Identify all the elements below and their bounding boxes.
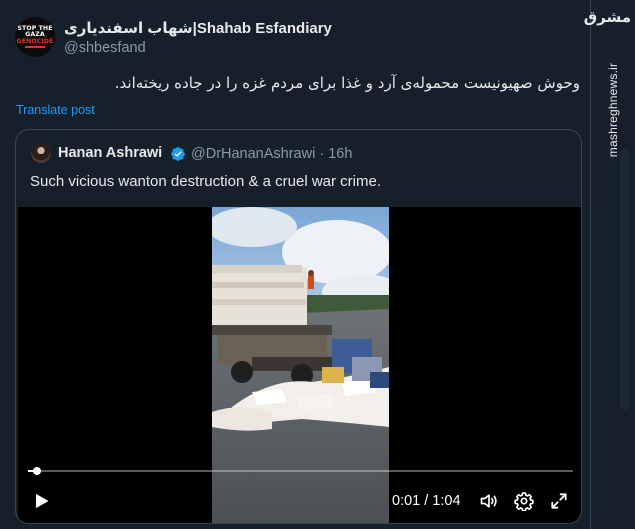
volume-icon[interactable] (478, 491, 500, 511)
avatar-underline (25, 46, 45, 49)
quoted-tweet-text: Such vicious wanton destruction & a crue… (30, 173, 381, 190)
quoted-author-avatar[interactable] (31, 143, 51, 163)
video-frame (212, 207, 389, 523)
quoted-author-handle-time[interactable]: @DrHananAshrawi · 16h (191, 146, 352, 162)
author-avatar[interactable]: STOP THE GAZA GENOCIDE (15, 17, 55, 57)
play-icon[interactable] (31, 491, 51, 511)
settings-gear-icon[interactable] (514, 491, 534, 511)
quoted-author-name[interactable]: Hanan Ashrawi (58, 145, 162, 161)
video-player[interactable]: 0:01 / 1:04 (18, 207, 581, 523)
translate-post-link[interactable]: Translate post (16, 103, 95, 117)
site-watermark: مشرق mashreghnews.ir (583, 8, 631, 157)
author-display-name[interactable]: شهاب اسفندیاری|Shahab Esfandiary (64, 19, 332, 37)
tweet-text: وحوش صهیونیست محموله‌ی آرد و غذا برای مر… (114, 74, 580, 92)
watermark-logo: مشرق (583, 8, 631, 26)
column-divider (590, 0, 591, 529)
watermark-site-url: mashreghnews.ir (606, 62, 620, 158)
video-scene-illustration (212, 207, 389, 523)
video-progress-handle[interactable] (32, 467, 41, 475)
quoted-tweet-card[interactable]: Hanan Ashrawi @DrHananAshrawi · 16h Such… (15, 129, 582, 524)
page-scrollbar[interactable] (620, 148, 629, 410)
video-progress-bar[interactable] (28, 467, 573, 475)
author-handle[interactable]: @shbesfand (64, 40, 146, 56)
avatar-line-3: GENOCIDE (16, 37, 54, 45)
verified-badge-icon (171, 147, 185, 161)
fullscreen-icon[interactable] (549, 491, 569, 511)
video-time-display: 0:01 / 1:04 (392, 493, 461, 509)
